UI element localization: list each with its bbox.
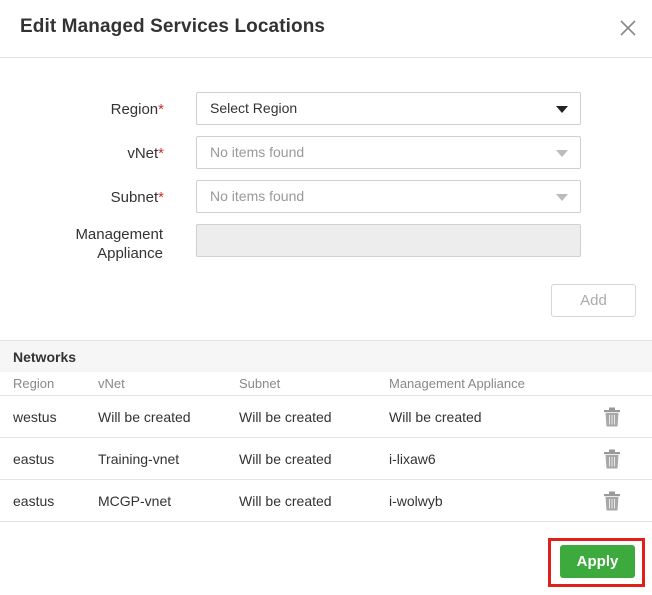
appliance-label: Management Appliance (75, 226, 163, 262)
column-header-vnet: vNet (98, 376, 125, 391)
table-row: westus Will be created Will be created W… (0, 395, 652, 437)
column-header-appliance: Management Appliance (389, 376, 525, 391)
table-row: eastus MCGP-vnet Will be created i-wolwy… (0, 479, 652, 521)
row-region: westus (13, 409, 57, 425)
chevron-down-icon (556, 106, 568, 113)
region-select[interactable]: Select Region (196, 92, 581, 125)
vnet-select-value: No items found (210, 144, 305, 160)
dialog-title: Edit Managed Services Locations (20, 16, 326, 37)
vnet-label: vNet* (127, 145, 164, 162)
region-select-value: Select Region (210, 100, 298, 116)
chevron-down-icon (556, 150, 568, 157)
add-button[interactable]: Add (551, 284, 636, 317)
row-region: eastus (13, 493, 55, 509)
close-icon[interactable] (618, 18, 638, 38)
row-vnet: Training-vnet (98, 451, 180, 467)
row-appliance: i-lixaw6 (389, 451, 436, 467)
networks-heading: Networks (13, 349, 77, 365)
vnet-select[interactable]: No items found (196, 136, 581, 169)
apply-button[interactable]: Apply (560, 545, 635, 578)
column-header-subnet: Subnet (239, 376, 281, 391)
networks-section-header: Networks (0, 340, 652, 372)
region-label: Region* (110, 101, 164, 118)
row-subnet: Will be created (239, 493, 332, 509)
appliance-field (196, 224, 581, 257)
chevron-down-icon (556, 194, 568, 201)
row-vnet: Will be created (98, 409, 191, 425)
dialog-header: Edit Managed Services Locations (0, 0, 652, 58)
column-header-region: Region (13, 376, 55, 391)
trash-icon[interactable] (603, 407, 621, 427)
trash-icon[interactable] (603, 491, 621, 511)
trash-icon[interactable] (603, 449, 621, 469)
table-divider (0, 521, 652, 522)
row-subnet: Will be created (239, 409, 332, 425)
subnet-label: Subnet* (110, 189, 164, 206)
table-row: eastus Training-vnet Will be created i-l… (0, 437, 652, 479)
row-vnet: MCGP-vnet (98, 493, 172, 509)
row-subnet: Will be created (239, 451, 332, 467)
subnet-select-value: No items found (210, 188, 305, 204)
row-appliance: i-wolwyb (389, 493, 443, 509)
row-appliance: Will be created (389, 409, 482, 425)
edit-locations-dialog: Edit Managed Services Locations Region* … (0, 0, 652, 595)
row-region: eastus (13, 451, 55, 467)
subnet-select[interactable]: No items found (196, 180, 581, 213)
